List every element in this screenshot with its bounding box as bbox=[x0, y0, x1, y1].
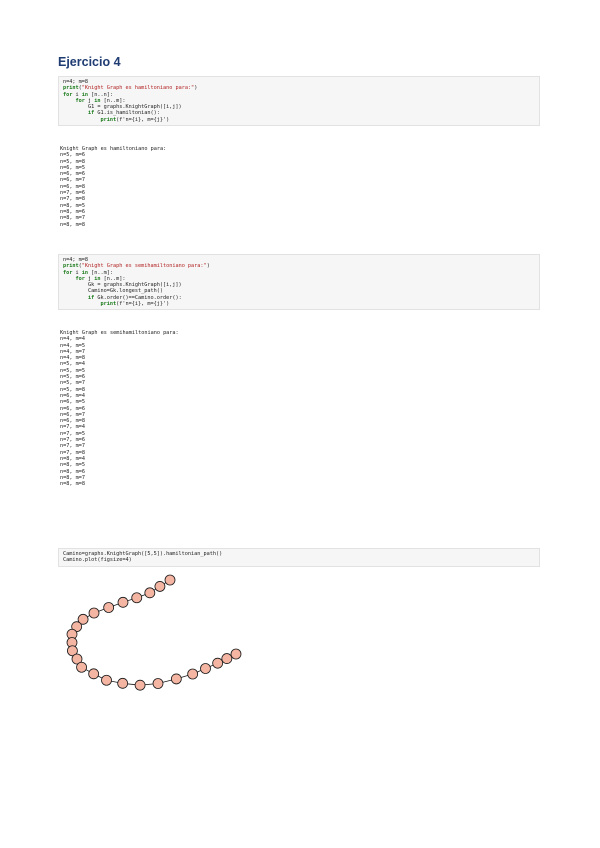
code-token: G1.is_hamiltonian(): bbox=[94, 110, 160, 117]
hamiltonian-path-plot bbox=[66, 574, 242, 691]
graph-node bbox=[152, 678, 164, 689]
graph-node bbox=[131, 592, 143, 604]
code-token: [n..m]: bbox=[88, 269, 113, 276]
graph-node bbox=[117, 596, 129, 608]
notebook-page: Ejercicio 4 n=4; m=8 print("Knight Graph … bbox=[0, 0, 600, 848]
code-line: print(f'n={i}, m={j}') bbox=[63, 117, 535, 123]
output-line: n=8, m=8 bbox=[60, 221, 85, 228]
code-token: i bbox=[72, 269, 82, 276]
code-token: ) bbox=[206, 263, 210, 270]
page-title: Ejercicio 4 bbox=[58, 55, 121, 69]
code-token: Gk = graphs.KnightGraph([i,j]) bbox=[63, 282, 182, 289]
output-line: n=8, m=8 bbox=[60, 481, 85, 488]
graph-node bbox=[101, 674, 112, 686]
code-cell-1[interactable]: n=4; m=8 print("Knight Graph es hamiltoni… bbox=[58, 76, 540, 127]
graph-node bbox=[117, 677, 129, 689]
code-token: [n..m]: bbox=[100, 275, 126, 282]
code-token: Camino=Gk.longest_path() bbox=[63, 288, 163, 295]
code-token: print bbox=[100, 116, 117, 123]
graph-node bbox=[212, 657, 224, 669]
code-token: print bbox=[63, 85, 79, 92]
code-token: G1 = graphs.KnightGraph([i,j]) bbox=[63, 104, 182, 111]
code-token: n=4; m=8 bbox=[63, 79, 88, 85]
code-token: (f'n={i}, m={j}') bbox=[116, 301, 170, 308]
code-token: print bbox=[63, 263, 79, 270]
code-cell-2[interactable]: n=4; m=8 print("Knight Graph es semihamil… bbox=[58, 254, 540, 311]
graph-node bbox=[164, 574, 176, 586]
code-token: i bbox=[72, 91, 82, 98]
code-token: j bbox=[84, 275, 95, 282]
graph-node bbox=[103, 602, 115, 613]
output-cell-1: Knight Graph es hamiltoniano para: n=5, m… bbox=[60, 146, 530, 228]
code-token: "Knight Graph es hamiltoniano para:" bbox=[81, 85, 195, 92]
code-token: for bbox=[63, 269, 73, 276]
code-token: Camino=graphs.KnightGraph([5,5]).hamilto… bbox=[63, 551, 223, 557]
output-cell-2: Knight Graph es semihamiltoniano para: n=… bbox=[60, 330, 530, 487]
code-line: Camino.plot(figsize=4) bbox=[63, 557, 535, 563]
code-token: (f'n={i}, m={j}') bbox=[116, 116, 170, 123]
code-token: Camino.plot(figsize=4) bbox=[63, 557, 132, 564]
code-token: for bbox=[75, 275, 85, 282]
code-line: print(f'n={i}, m={j}') bbox=[63, 301, 535, 307]
code-token: for bbox=[63, 91, 73, 98]
code-token: "Knight Graph es semihamiltoniano para:" bbox=[81, 263, 207, 270]
code-token: print bbox=[100, 301, 117, 308]
code-token: [n..n]: bbox=[88, 91, 113, 98]
graph-node bbox=[88, 607, 100, 619]
graph-node bbox=[230, 648, 242, 660]
graph-node bbox=[187, 668, 199, 680]
graph-node bbox=[88, 668, 100, 680]
graph-node bbox=[154, 581, 166, 592]
graph-node bbox=[200, 663, 211, 674]
code-cell-3[interactable]: Camino=graphs.KnightGraph([5,5]).hamilto… bbox=[58, 548, 540, 567]
graph-node bbox=[144, 587, 156, 599]
code-token: [n..m]: bbox=[100, 97, 126, 104]
graph-node bbox=[221, 653, 233, 664]
code-token: n=4; m=8 bbox=[63, 257, 88, 263]
code-token: j bbox=[84, 97, 95, 104]
code-token: Gk.order()==Camino.order(): bbox=[94, 294, 182, 301]
graph-node bbox=[134, 679, 146, 691]
code-token: for bbox=[75, 97, 85, 104]
code-token: ) bbox=[194, 85, 198, 92]
graph-node bbox=[76, 661, 87, 673]
graph-node bbox=[170, 673, 182, 685]
